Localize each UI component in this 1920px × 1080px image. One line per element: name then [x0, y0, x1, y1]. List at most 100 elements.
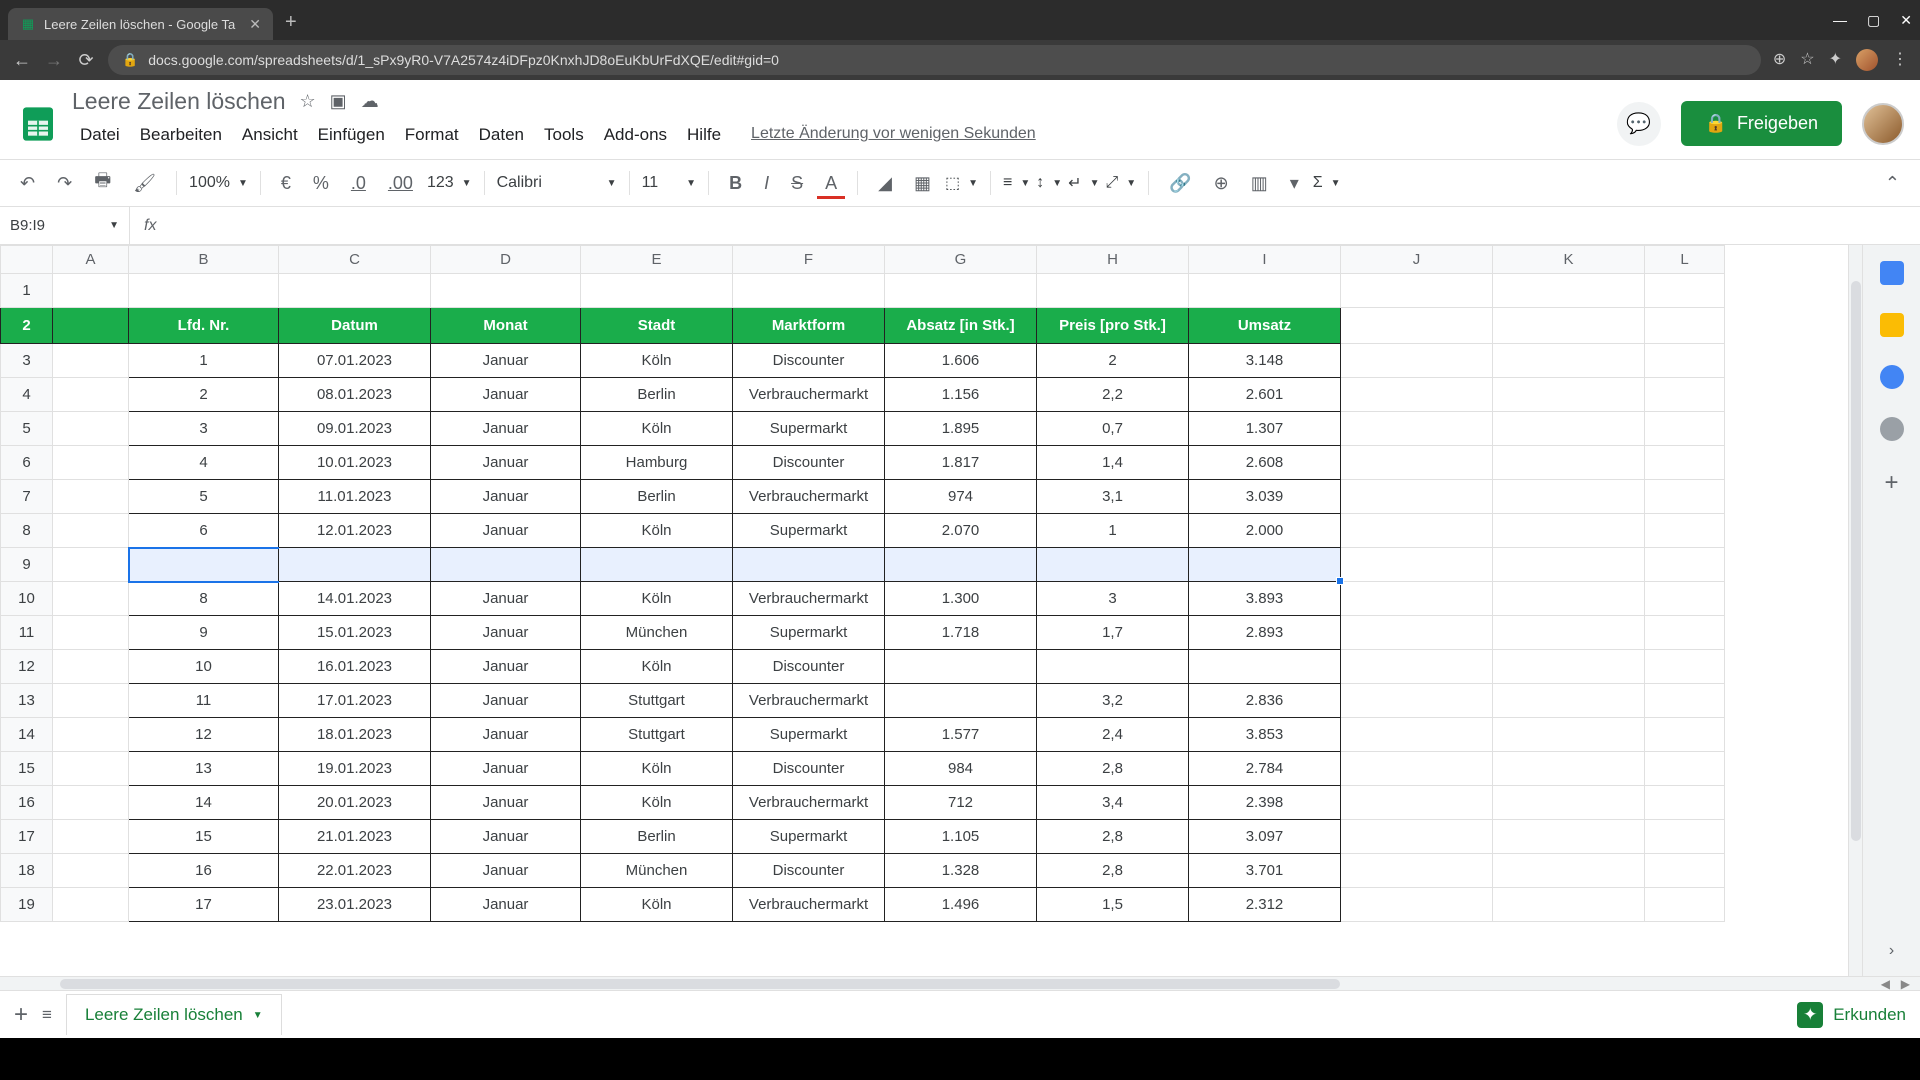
- data-cell[interactable]: 1,4: [1037, 446, 1189, 480]
- comment-button[interactable]: ⊕: [1206, 167, 1237, 200]
- cell[interactable]: [53, 412, 129, 446]
- data-cell[interactable]: Discounter: [733, 446, 885, 480]
- data-cell[interactable]: Discounter: [733, 752, 885, 786]
- data-cell[interactable]: 2,4: [1037, 718, 1189, 752]
- data-cell[interactable]: 3: [129, 412, 279, 446]
- minimize-icon[interactable]: ―: [1833, 12, 1847, 29]
- cell[interactable]: [1645, 582, 1725, 616]
- cell[interactable]: [1341, 514, 1493, 548]
- move-doc-icon[interactable]: ▣: [330, 91, 347, 112]
- cell[interactable]: [53, 344, 129, 378]
- data-cell[interactable]: 22.01.2023: [279, 854, 431, 888]
- table-header-cell[interactable]: Marktform: [733, 308, 885, 344]
- cell[interactable]: [1493, 514, 1645, 548]
- data-cell[interactable]: 3.097: [1189, 820, 1341, 854]
- data-cell[interactable]: Köln: [581, 650, 733, 684]
- data-cell[interactable]: 2.836: [1189, 684, 1341, 718]
- comments-button[interactable]: 💬: [1617, 102, 1661, 146]
- data-cell[interactable]: Discounter: [733, 650, 885, 684]
- last-edit-text[interactable]: Letzte Änderung vor wenigen Sekunden: [743, 121, 1044, 149]
- data-cell[interactable]: [279, 548, 431, 582]
- halign-button[interactable]: ≡▼: [1003, 174, 1030, 192]
- cell[interactable]: [1493, 378, 1645, 412]
- data-cell[interactable]: 12: [129, 718, 279, 752]
- data-cell[interactable]: 3,4: [1037, 786, 1189, 820]
- data-cell[interactable]: 1,5: [1037, 888, 1189, 922]
- cell[interactable]: [53, 752, 129, 786]
- menu-icon[interactable]: ⋮: [1892, 49, 1908, 71]
- data-cell[interactable]: 15.01.2023: [279, 616, 431, 650]
- data-cell[interactable]: München: [581, 854, 733, 888]
- cell[interactable]: [53, 514, 129, 548]
- row-header[interactable]: 11: [1, 616, 53, 650]
- cell[interactable]: [581, 274, 733, 308]
- cell[interactable]: [1493, 274, 1645, 308]
- paint-format-button[interactable]: 🖌: [125, 167, 164, 200]
- data-cell[interactable]: 15: [129, 820, 279, 854]
- data-cell[interactable]: 17.01.2023: [279, 684, 431, 718]
- data-cell[interactable]: 1.156: [885, 378, 1037, 412]
- cell[interactable]: [1493, 344, 1645, 378]
- cell[interactable]: [1341, 548, 1493, 582]
- data-cell[interactable]: 2: [129, 378, 279, 412]
- bold-button[interactable]: B: [721, 167, 750, 200]
- table-header-cell[interactable]: Datum: [279, 308, 431, 344]
- data-cell[interactable]: Januar: [431, 854, 581, 888]
- text-color-button[interactable]: A: [817, 167, 845, 199]
- cell[interactable]: [53, 446, 129, 480]
- data-cell[interactable]: 3.148: [1189, 344, 1341, 378]
- add-addon-icon[interactable]: +: [1884, 469, 1898, 497]
- cell[interactable]: [1493, 684, 1645, 718]
- data-cell[interactable]: 2.000: [1189, 514, 1341, 548]
- cell[interactable]: [53, 786, 129, 820]
- close-window-icon[interactable]: ✕: [1900, 12, 1912, 29]
- data-cell[interactable]: Januar: [431, 752, 581, 786]
- cell[interactable]: [1341, 616, 1493, 650]
- cell[interactable]: [1645, 718, 1725, 752]
- data-cell[interactable]: Januar: [431, 888, 581, 922]
- data-cell[interactable]: Januar: [431, 650, 581, 684]
- data-cell[interactable]: 23.01.2023: [279, 888, 431, 922]
- data-cell[interactable]: Januar: [431, 718, 581, 752]
- data-cell[interactable]: [129, 548, 279, 582]
- data-cell[interactable]: Verbrauchermarkt: [733, 480, 885, 514]
- data-cell[interactable]: [431, 548, 581, 582]
- data-cell[interactable]: 3.853: [1189, 718, 1341, 752]
- row-header[interactable]: 12: [1, 650, 53, 684]
- row-header[interactable]: 4: [1, 378, 53, 412]
- table-header-cell[interactable]: Absatz [in Stk.]: [885, 308, 1037, 344]
- data-cell[interactable]: 1.606: [885, 344, 1037, 378]
- data-cell[interactable]: 5: [129, 480, 279, 514]
- col-header-D[interactable]: D: [431, 246, 581, 274]
- number-format-select[interactable]: 123▼: [427, 174, 472, 192]
- col-header-A[interactable]: A: [53, 246, 129, 274]
- data-cell[interactable]: 974: [885, 480, 1037, 514]
- cell[interactable]: [1645, 752, 1725, 786]
- data-cell[interactable]: 1.328: [885, 854, 1037, 888]
- cloud-status-icon[interactable]: ☁: [361, 91, 379, 112]
- cell[interactable]: [279, 274, 431, 308]
- data-cell[interactable]: 10: [129, 650, 279, 684]
- data-cell[interactable]: 3,1: [1037, 480, 1189, 514]
- cell[interactable]: [1645, 514, 1725, 548]
- sheet-tab[interactable]: Leere Zeilen löschen ▼: [66, 994, 282, 1035]
- cell[interactable]: [1341, 344, 1493, 378]
- url-input[interactable]: 🔒 docs.google.com/spreadsheets/d/1_sPx9y…: [108, 45, 1761, 75]
- table-header-cell[interactable]: Stadt: [581, 308, 733, 344]
- cell[interactable]: [1493, 446, 1645, 480]
- data-cell[interactable]: 8: [129, 582, 279, 616]
- data-cell[interactable]: 11: [129, 684, 279, 718]
- valign-button[interactable]: ↕▼: [1036, 174, 1062, 192]
- cell[interactable]: [1493, 308, 1645, 344]
- data-cell[interactable]: 2.893: [1189, 616, 1341, 650]
- rotate-button[interactable]: ⤢▼: [1105, 174, 1136, 192]
- cell[interactable]: [1493, 888, 1645, 922]
- menu-ansicht[interactable]: Ansicht: [234, 121, 306, 149]
- cell[interactable]: [53, 650, 129, 684]
- data-cell[interactable]: 2.601: [1189, 378, 1341, 412]
- data-cell[interactable]: 14: [129, 786, 279, 820]
- menu-daten[interactable]: Daten: [471, 121, 532, 149]
- row-header[interactable]: 10: [1, 582, 53, 616]
- data-cell[interactable]: 9: [129, 616, 279, 650]
- data-cell[interactable]: [733, 548, 885, 582]
